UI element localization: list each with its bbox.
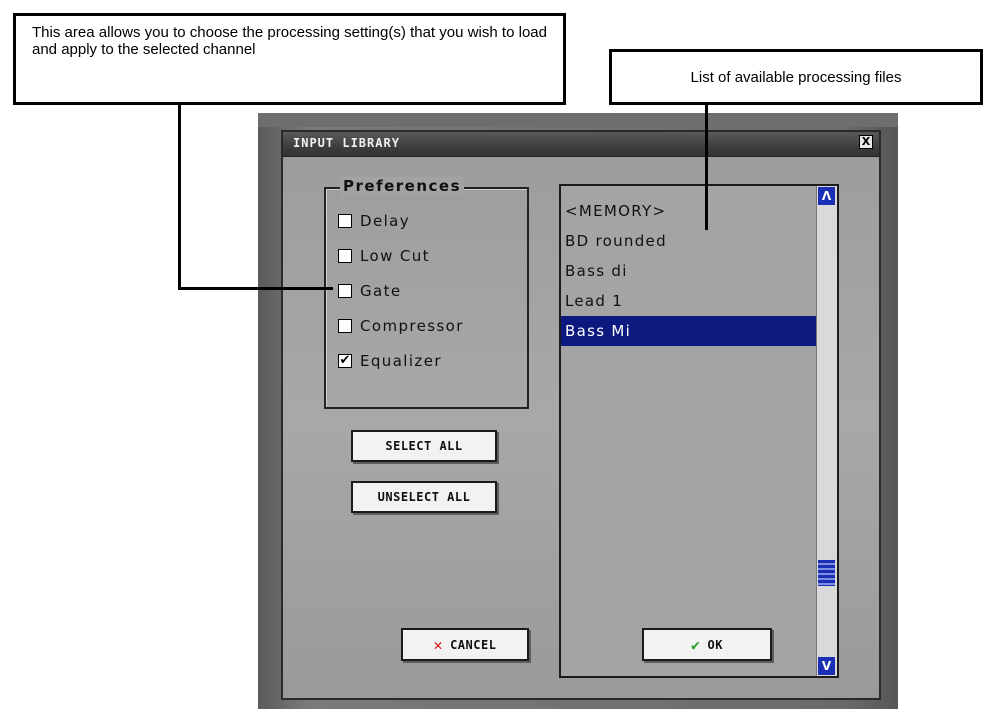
ok-button[interactable]: ✔ OK	[642, 628, 772, 661]
list-item[interactable]: Bass di	[561, 256, 819, 286]
close-button[interactable]: X	[859, 135, 873, 149]
pref-label: Compressor	[360, 317, 464, 335]
list-items: <MEMORY> BD rounded Bass di Lead 1 Bass …	[561, 196, 819, 346]
preferences-legend: Preferences	[340, 177, 465, 195]
list-item[interactable]: BD rounded	[561, 226, 819, 256]
low-cut-checkbox[interactable]	[338, 249, 352, 263]
pref-low-cut[interactable]: Low Cut	[338, 246, 430, 266]
list-item[interactable]: <MEMORY>	[561, 196, 819, 226]
dialog-titlebar[interactable]: INPUT LIBRARY X	[283, 132, 879, 157]
preferences-group: Preferences Delay Low Cut Gate Compresso…	[324, 177, 529, 409]
connector-line	[705, 105, 708, 230]
callout-list-description: List of available processing files	[609, 49, 983, 105]
ok-label: OK	[707, 637, 723, 652]
pref-label: Low Cut	[360, 247, 430, 265]
connector-line	[178, 105, 181, 290]
background-header	[258, 113, 898, 127]
checkmark-icon: ✔	[691, 635, 701, 654]
scroll-up-icon[interactable]: Λ	[818, 187, 835, 205]
pref-compressor[interactable]: Compressor	[338, 316, 464, 336]
pref-label: Delay	[360, 212, 411, 230]
compressor-checkbox[interactable]	[338, 319, 352, 333]
x-icon: ✕	[433, 635, 444, 654]
delay-checkbox[interactable]	[338, 214, 352, 228]
equalizer-checkbox[interactable]: ✔	[338, 354, 352, 368]
cancel-label: CANCEL	[450, 637, 497, 652]
unselect-all-button[interactable]: UNSELECT ALL	[351, 481, 497, 513]
gate-checkbox[interactable]	[338, 284, 352, 298]
processing-files-list[interactable]: <MEMORY> BD rounded Bass di Lead 1 Bass …	[559, 184, 839, 678]
callout-preferences-description: This area allows you to choose the proce…	[13, 13, 566, 105]
pref-equalizer[interactable]: ✔ Equalizer	[338, 351, 442, 371]
pref-label: Equalizer	[360, 352, 442, 370]
pref-gate[interactable]: Gate	[338, 281, 402, 301]
dialog-title: INPUT LIBRARY	[293, 136, 400, 150]
input-library-dialog: INPUT LIBRARY X Preferences Delay Low Cu…	[281, 130, 881, 700]
cancel-button[interactable]: ✕ CANCEL	[401, 628, 529, 661]
list-item[interactable]: Lead 1	[561, 286, 819, 316]
pref-label: Gate	[360, 282, 402, 300]
connector-line	[178, 287, 333, 290]
list-item-selected[interactable]: Bass Mi	[561, 316, 819, 346]
scroll-down-icon[interactable]: V	[818, 657, 835, 675]
scroll-thumb[interactable]	[818, 560, 835, 586]
select-all-button[interactable]: SELECT ALL	[351, 430, 497, 462]
pref-delay[interactable]: Delay	[338, 211, 410, 231]
list-scrollbar[interactable]: Λ V	[816, 186, 837, 676]
